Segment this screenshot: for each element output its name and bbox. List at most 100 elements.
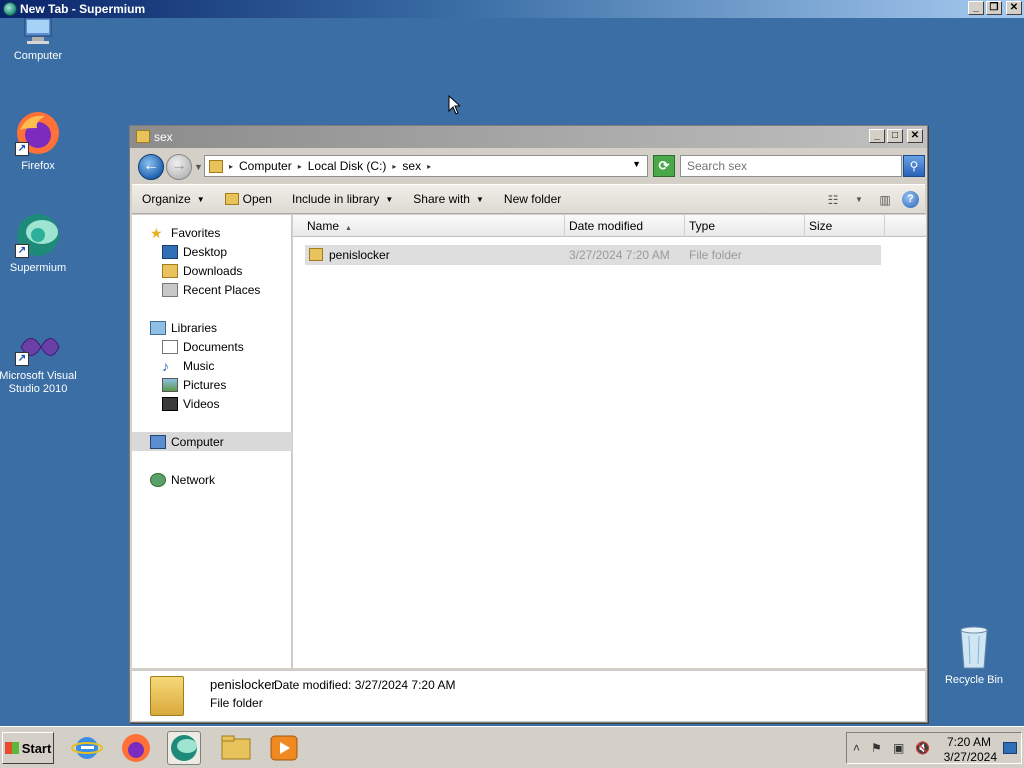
- maximize-button[interactable]: □: [887, 129, 903, 143]
- chevron-right-icon[interactable]: ▸: [229, 162, 233, 171]
- address-bar[interactable]: ▸ Computer ▸ Local Disk (C:) ▸ sex ▸ ▼: [204, 155, 648, 177]
- nav-pictures[interactable]: Pictures: [162, 375, 226, 394]
- chevron-right-icon[interactable]: ▸: [392, 162, 396, 171]
- sort-ascending-icon: ▲: [345, 225, 352, 232]
- minimize-button[interactable]: _: [869, 129, 885, 143]
- computer-icon: [150, 434, 166, 449]
- caret-down-icon: ▼: [385, 194, 394, 204]
- details-name: penislocker: [210, 677, 276, 692]
- details-date-modified: Date modified: 3/27/2024 7:20 AM: [274, 678, 456, 692]
- nav-desktop[interactable]: Desktop: [162, 242, 227, 261]
- clock-date[interactable]: 3/27/2024: [944, 750, 997, 764]
- windows-flag-icon: [4, 742, 19, 754]
- desktop-icon-computer[interactable]: Computer: [0, 17, 78, 63]
- column-size[interactable]: Size: [805, 215, 885, 237]
- volume-muted-icon[interactable]: 🔇: [915, 741, 930, 755]
- change-view-icon[interactable]: ☷: [824, 192, 842, 208]
- chevron-right-icon[interactable]: ▸: [427, 162, 431, 171]
- computer-icon: [15, 17, 61, 46]
- help-icon[interactable]: ?: [902, 191, 919, 208]
- column-headers: Name ▲ Date modified Type Size: [293, 215, 926, 237]
- new-folder-button[interactable]: New folder: [494, 185, 571, 213]
- taskbar-media-player[interactable]: [267, 731, 301, 765]
- open-label: Open: [242, 192, 272, 206]
- refresh-button[interactable]: ⟳: [653, 155, 675, 177]
- nav-label: Pictures: [183, 377, 227, 392]
- show-hidden-icons-icon[interactable]: ˄: [853, 741, 860, 755]
- pictures-icon: [162, 377, 178, 392]
- supermium-icon: [3, 2, 17, 16]
- notification-area: ˄ ⚑ ▣ 🔇 7:20 AM 3/27/2024: [846, 732, 1022, 764]
- desktop-icon-label: Supermium: [9, 262, 67, 274]
- shortcut-arrow-icon: ↗: [15, 244, 29, 258]
- breadcrumb-sex[interactable]: sex: [402, 159, 421, 173]
- folder-icon: [209, 159, 223, 173]
- command-bar: Organize ▼ Open Include in library ▼ Share…: [132, 184, 925, 214]
- desktop-icon: [162, 244, 178, 259]
- taskbar-supermium[interactable]: [167, 731, 201, 765]
- file-row[interactable]: penislocker 3/27/2024 7:20 AM File folde…: [305, 245, 881, 265]
- column-name[interactable]: Name ▲: [293, 215, 565, 237]
- desktop-icon-label: Firefox: [21, 160, 55, 172]
- taskbar-windows-explorer[interactable]: [219, 731, 253, 765]
- nav-videos[interactable]: Videos: [162, 394, 219, 413]
- network-tray-icon[interactable]: ▣: [893, 741, 904, 755]
- breadcrumb-computer[interactable]: Computer: [239, 159, 292, 173]
- back-button[interactable]: ←: [138, 154, 164, 180]
- restore-button[interactable]: ❐: [986, 1, 1002, 15]
- organize-menu[interactable]: Organize ▼: [132, 185, 215, 213]
- preview-pane-icon[interactable]: ▥: [876, 192, 894, 208]
- nav-libraries[interactable]: Libraries: [150, 318, 217, 337]
- explorer-titlebar[interactable]: sex _ □ ✕: [130, 126, 927, 148]
- search-icon[interactable]: ⚲: [903, 155, 925, 177]
- start-button[interactable]: Start: [2, 732, 54, 764]
- start-label: Start: [21, 740, 52, 756]
- nav-computer[interactable]: Computer: [132, 432, 292, 451]
- breadcrumb-local-disk[interactable]: Local Disk (C:): [308, 159, 387, 173]
- close-button[interactable]: ✕: [907, 129, 923, 143]
- close-button[interactable]: ✕: [1006, 1, 1022, 15]
- address-dropdown-icon[interactable]: ▼: [632, 159, 641, 169]
- nav-network[interactable]: Network: [150, 470, 215, 489]
- file-type: File folder: [689, 248, 742, 262]
- nav-downloads[interactable]: Downloads: [162, 261, 242, 280]
- show-desktop-icon[interactable]: [1003, 742, 1017, 754]
- forward-button[interactable]: →: [166, 154, 192, 180]
- taskbar-internet-explorer[interactable]: [70, 731, 104, 765]
- nav-favorites[interactable]: ★ Favorites: [150, 223, 220, 242]
- share-with-menu[interactable]: Share with ▼: [403, 185, 494, 213]
- network-icon: [150, 472, 166, 487]
- view-dropdown-icon[interactable]: ▼: [850, 192, 868, 208]
- explorer-title: sex: [154, 130, 173, 144]
- action-center-flag-icon[interactable]: ⚑: [871, 741, 882, 755]
- column-date-modified[interactable]: Date modified: [565, 215, 685, 237]
- desktop-icon-label: Computer: [13, 50, 63, 62]
- chevron-right-icon[interactable]: ▸: [298, 162, 302, 171]
- clock-time[interactable]: 7:20 AM: [947, 735, 991, 749]
- mouse-cursor-icon: [448, 95, 460, 115]
- open-button[interactable]: Open: [215, 185, 282, 213]
- recent-pages-dropdown-icon[interactable]: ▼: [194, 162, 203, 172]
- supermium-titlebar[interactable]: New Tab - Supermium _ ❐ ✕: [0, 0, 1024, 18]
- desktop-icon-recycle-bin[interactable]: Recycle Bin: [934, 624, 1014, 687]
- caret-down-icon: ▼: [475, 194, 484, 204]
- column-type[interactable]: Type: [685, 215, 805, 237]
- desktop-icon-visual-studio[interactable]: ↗ Microsoft Visual Studio 2010: [0, 328, 78, 396]
- videos-icon: [162, 396, 178, 411]
- minimize-button[interactable]: _: [968, 1, 984, 15]
- nav-documents[interactable]: Documents: [162, 337, 244, 356]
- desktop-icon-supermium[interactable]: ↗ Supermium: [0, 212, 78, 275]
- desktop-icon-firefox[interactable]: ↗ Firefox: [0, 110, 78, 173]
- file-list-pane[interactable]: Name ▲ Date modified Type Size penislocke…: [293, 215, 926, 668]
- column-label: Date modified: [569, 219, 644, 233]
- column-label: Type: [689, 219, 716, 233]
- taskbar-firefox[interactable]: [119, 731, 153, 765]
- search-box[interactable]: [680, 155, 902, 177]
- share-with-label: Share with: [413, 192, 470, 206]
- star-icon: ★: [150, 224, 163, 241]
- include-in-library-menu[interactable]: Include in library ▼: [282, 185, 403, 213]
- explorer-window[interactable]: sex _ □ ✕ ← → ▼ ▸ Computer ▸ Local Disk …: [129, 125, 928, 723]
- search-input[interactable]: [681, 156, 881, 176]
- nav-recent-places[interactable]: Recent Places: [162, 280, 260, 299]
- nav-music[interactable]: ♪ Music: [162, 356, 214, 375]
